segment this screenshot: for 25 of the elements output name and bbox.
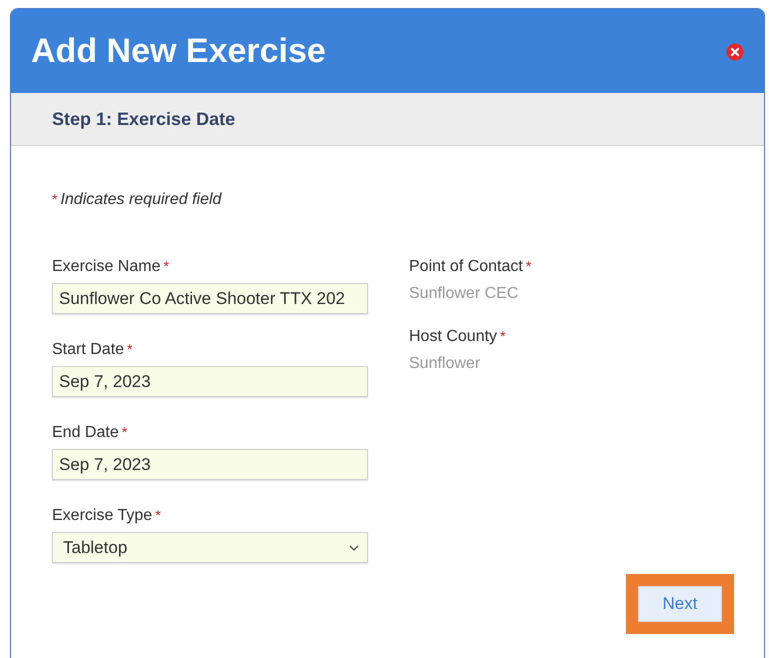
field-label: Host County — [409, 328, 498, 346]
field-label: Exercise Name — [52, 258, 160, 276]
required-note: Indicates required field — [60, 191, 222, 209]
required-asterisk: * — [163, 258, 169, 274]
required-asterisk: * — [122, 424, 128, 440]
field-label: Start Date — [52, 341, 124, 359]
field-label: End Date — [52, 424, 119, 442]
input-field[interactable]: Sep 7, 2023 — [52, 449, 368, 480]
input-field[interactable]: Sunflower Co Active Shooter TTX 202 — [52, 283, 368, 314]
required-asterisk: * — [52, 191, 58, 207]
required-asterisk: * — [500, 328, 506, 344]
chevron-down-icon — [349, 544, 359, 550]
step-title: Step 1: Exercise Date — [52, 108, 236, 130]
dialog-title: Add New Exercise — [31, 32, 326, 70]
input-field[interactable]: Sep 7, 2023 — [52, 366, 368, 397]
next-button[interactable]: Next — [638, 586, 722, 622]
dropdown[interactable]: Tabletop — [52, 532, 368, 563]
field-label: Point of Contact — [409, 258, 523, 276]
required-asterisk: * — [155, 507, 161, 523]
field-value: Sunflower CEC — [409, 285, 520, 303]
field-value: Sunflower — [409, 355, 482, 373]
required-asterisk: * — [127, 341, 132, 357]
close-icon[interactable] — [726, 43, 744, 61]
required-asterisk: * — [526, 258, 532, 274]
field-label: Exercise Type — [52, 507, 152, 525]
